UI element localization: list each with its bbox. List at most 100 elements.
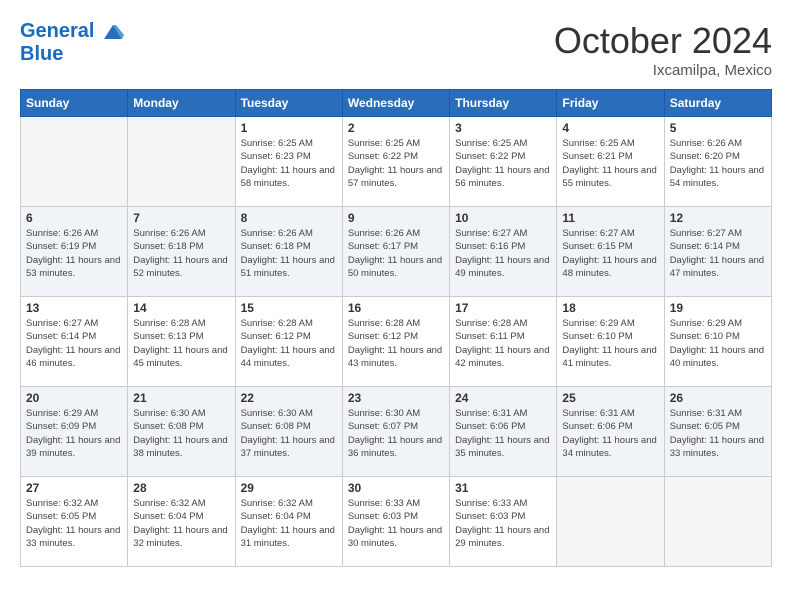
day-info: Sunrise: 6:33 AMSunset: 6:03 PMDaylight:… xyxy=(348,497,444,550)
calendar-week-2: 6 Sunrise: 6:26 AMSunset: 6:19 PMDaylight… xyxy=(21,207,772,297)
day-info: Sunrise: 6:26 AMSunset: 6:18 PMDaylight:… xyxy=(241,227,337,280)
day-number: 17 xyxy=(455,301,551,315)
day-info: Sunrise: 6:30 AMSunset: 6:07 PMDaylight:… xyxy=(348,407,444,460)
logo-icon xyxy=(102,21,124,43)
day-header-sunday: Sunday xyxy=(21,90,128,117)
day-number: 18 xyxy=(562,301,658,315)
day-number: 6 xyxy=(26,211,122,225)
day-number: 12 xyxy=(670,211,766,225)
day-info: Sunrise: 6:25 AMSunset: 6:22 PMDaylight:… xyxy=(348,137,444,190)
day-info: Sunrise: 6:27 AMSunset: 6:16 PMDaylight:… xyxy=(455,227,551,280)
day-info: Sunrise: 6:29 AMSunset: 6:10 PMDaylight:… xyxy=(670,317,766,370)
day-number: 19 xyxy=(670,301,766,315)
day-number: 22 xyxy=(241,391,337,405)
calendar-empty xyxy=(557,477,664,567)
day-info: Sunrise: 6:28 AMSunset: 6:12 PMDaylight:… xyxy=(241,317,337,370)
header-row: SundayMondayTuesdayWednesdayThursdayFrid… xyxy=(21,90,772,117)
calendar-day-12: 12 Sunrise: 6:27 AMSunset: 6:14 PMDayligh… xyxy=(664,207,771,297)
day-number: 11 xyxy=(562,211,658,225)
day-info: Sunrise: 6:30 AMSunset: 6:08 PMDaylight:… xyxy=(241,407,337,460)
day-info: Sunrise: 6:26 AMSunset: 6:19 PMDaylight:… xyxy=(26,227,122,280)
calendar-day-2: 2Sunrise: 6:25 AMSunset: 6:22 PMDaylight… xyxy=(342,117,449,207)
day-header-friday: Friday xyxy=(557,90,664,117)
day-info: Sunrise: 6:25 AMSunset: 6:23 PMDaylight:… xyxy=(241,137,337,190)
day-number: 24 xyxy=(455,391,551,405)
day-number: 23 xyxy=(348,391,444,405)
day-info: Sunrise: 6:27 AMSunset: 6:15 PMDaylight:… xyxy=(562,227,658,280)
calendar-day-26: 26 Sunrise: 6:31 AMSunset: 6:05 PMDayligh… xyxy=(664,387,771,477)
calendar-day-13: 13Sunrise: 6:27 AMSunset: 6:14 PMDayligh… xyxy=(21,297,128,387)
calendar-day-16: 16Sunrise: 6:28 AMSunset: 6:12 PMDayligh… xyxy=(342,297,449,387)
calendar-day-17: 17Sunrise: 6:28 AMSunset: 6:11 PMDayligh… xyxy=(450,297,557,387)
logo: General Blue xyxy=(20,20,124,65)
logo-subtext: Blue xyxy=(20,43,124,65)
day-info: Sunrise: 6:31 AMSunset: 6:06 PMDaylight:… xyxy=(455,407,551,460)
calendar-day-19: 19 Sunrise: 6:29 AMSunset: 6:10 PMDayligh… xyxy=(664,297,771,387)
calendar-day-7: 7Sunrise: 6:26 AMSunset: 6:18 PMDaylight… xyxy=(128,207,235,297)
calendar-empty xyxy=(664,477,771,567)
day-number: 25 xyxy=(562,391,658,405)
day-info: Sunrise: 6:28 AMSunset: 6:13 PMDaylight:… xyxy=(133,317,229,370)
logo-text: General xyxy=(20,20,124,43)
day-info: Sunrise: 6:27 AMSunset: 6:14 PMDaylight:… xyxy=(26,317,122,370)
calendar-day-4: 4Sunrise: 6:25 AMSunset: 6:21 PMDaylight… xyxy=(557,117,664,207)
day-info: Sunrise: 6:33 AMSunset: 6:03 PMDaylight:… xyxy=(455,497,551,550)
day-info: Sunrise: 6:31 AMSunset: 6:06 PMDaylight:… xyxy=(562,407,658,460)
day-number: 5 xyxy=(670,121,766,135)
day-header-saturday: Saturday xyxy=(664,90,771,117)
day-number: 28 xyxy=(133,481,229,495)
calendar-day-3: 3Sunrise: 6:25 AMSunset: 6:22 PMDaylight… xyxy=(450,117,557,207)
day-number: 27 xyxy=(26,481,122,495)
day-info: Sunrise: 6:26 AMSunset: 6:17 PMDaylight:… xyxy=(348,227,444,280)
day-info: Sunrise: 6:27 AMSunset: 6:14 PMDaylight:… xyxy=(670,227,766,280)
calendar-week-4: 20 Sunrise: 6:29 AMSunset: 6:09 PMDayligh… xyxy=(21,387,772,477)
day-header-wednesday: Wednesday xyxy=(342,90,449,117)
calendar-day-10: 10 Sunrise: 6:27 AMSunset: 6:16 PMDayligh… xyxy=(450,207,557,297)
calendar-day-14: 14Sunrise: 6:28 AMSunset: 6:13 PMDayligh… xyxy=(128,297,235,387)
calendar-table: SundayMondayTuesdayWednesdayThursdayFrid… xyxy=(20,89,772,567)
calendar-day-27: 27 Sunrise: 6:32 AMSunset: 6:05 PMDayligh… xyxy=(21,477,128,567)
day-header-thursday: Thursday xyxy=(450,90,557,117)
calendar-day-6: 6 Sunrise: 6:26 AMSunset: 6:19 PMDaylight… xyxy=(21,207,128,297)
calendar-day-21: 21 Sunrise: 6:30 AMSunset: 6:08 PMDayligh… xyxy=(128,387,235,477)
day-header-monday: Monday xyxy=(128,90,235,117)
calendar-day-9: 9Sunrise: 6:26 AMSunset: 6:17 PMDaylight… xyxy=(342,207,449,297)
day-info: Sunrise: 6:32 AMSunset: 6:05 PMDaylight:… xyxy=(26,497,122,550)
calendar-day-11: 11 Sunrise: 6:27 AMSunset: 6:15 PMDayligh… xyxy=(557,207,664,297)
day-number: 10 xyxy=(455,211,551,225)
day-info: Sunrise: 6:32 AMSunset: 6:04 PMDaylight:… xyxy=(241,497,337,550)
day-number: 4 xyxy=(562,121,658,135)
calendar-day-28: 28 Sunrise: 6:32 AMSunset: 6:04 PMDayligh… xyxy=(128,477,235,567)
calendar-week-1: 1 Sunrise: 6:25 AMSunset: 6:23 PMDaylight… xyxy=(21,117,772,207)
day-number: 29 xyxy=(241,481,337,495)
calendar-day-31: 31 Sunrise: 6:33 AMSunset: 6:03 PMDayligh… xyxy=(450,477,557,567)
day-number: 26 xyxy=(670,391,766,405)
calendar-day-24: 24 Sunrise: 6:31 AMSunset: 6:06 PMDayligh… xyxy=(450,387,557,477)
calendar-day-25: 25 Sunrise: 6:31 AMSunset: 6:06 PMDayligh… xyxy=(557,387,664,477)
day-number: 8 xyxy=(241,211,337,225)
day-number: 31 xyxy=(455,481,551,495)
month-title: October 2024 xyxy=(554,20,772,62)
day-info: Sunrise: 6:26 AMSunset: 6:18 PMDaylight:… xyxy=(133,227,229,280)
day-header-tuesday: Tuesday xyxy=(235,90,342,117)
calendar-week-3: 13Sunrise: 6:27 AMSunset: 6:14 PMDayligh… xyxy=(21,297,772,387)
day-info: Sunrise: 6:28 AMSunset: 6:12 PMDaylight:… xyxy=(348,317,444,370)
calendar-empty xyxy=(21,117,128,207)
day-info: Sunrise: 6:30 AMSunset: 6:08 PMDaylight:… xyxy=(133,407,229,460)
day-number: 20 xyxy=(26,391,122,405)
day-info: Sunrise: 6:29 AMSunset: 6:10 PMDaylight:… xyxy=(562,317,658,370)
calendar-week-5: 27 Sunrise: 6:32 AMSunset: 6:05 PMDayligh… xyxy=(21,477,772,567)
day-info: Sunrise: 6:32 AMSunset: 6:04 PMDaylight:… xyxy=(133,497,229,550)
calendar-day-29: 29 Sunrise: 6:32 AMSunset: 6:04 PMDayligh… xyxy=(235,477,342,567)
day-number: 15 xyxy=(241,301,337,315)
calendar-day-30: 30Sunrise: 6:33 AMSunset: 6:03 PMDayligh… xyxy=(342,477,449,567)
calendar-day-15: 15 Sunrise: 6:28 AMSunset: 6:12 PMDayligh… xyxy=(235,297,342,387)
day-info: Sunrise: 6:31 AMSunset: 6:05 PMDaylight:… xyxy=(670,407,766,460)
day-info: Sunrise: 6:29 AMSunset: 6:09 PMDaylight:… xyxy=(26,407,122,460)
page-header: General Blue October 2024 Ixcamilpa, Mex… xyxy=(20,20,772,79)
day-number: 21 xyxy=(133,391,229,405)
day-info: Sunrise: 6:25 AMSunset: 6:22 PMDaylight:… xyxy=(455,137,551,190)
day-number: 1 xyxy=(241,121,337,135)
day-info: Sunrise: 6:26 AMSunset: 6:20 PMDaylight:… xyxy=(670,137,766,190)
calendar-day-5: 5 Sunrise: 6:26 AMSunset: 6:20 PMDaylight… xyxy=(664,117,771,207)
